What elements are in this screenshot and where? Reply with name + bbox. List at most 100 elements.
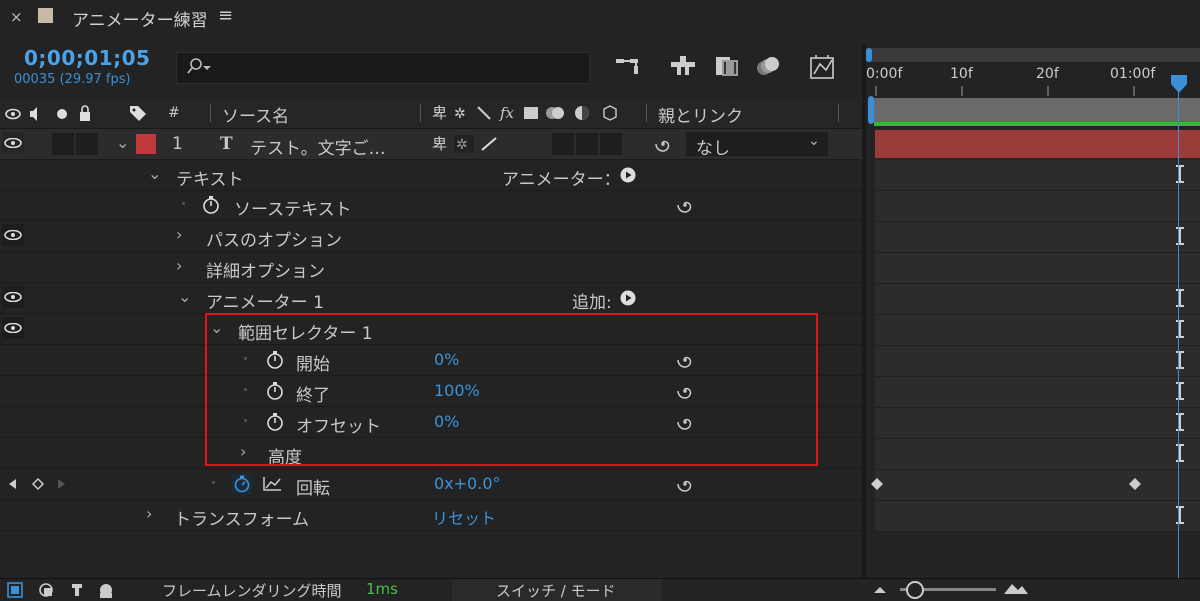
- property-row-more-options[interactable]: › 詳細オプション: [0, 252, 864, 283]
- parent-link-header: 親とリンク: [658, 107, 743, 127]
- property-row-animator-1[interactable]: ⌄ アニメーター 1 追加:: [0, 283, 864, 314]
- time-navigator[interactable]: [866, 48, 1200, 62]
- zoom-out-mountain-icon[interactable]: [872, 583, 888, 595]
- property-row-path-options[interactable]: › パスのオプション: [0, 221, 864, 252]
- highlight-box: [205, 313, 818, 466]
- switch-box[interactable]: [600, 133, 622, 155]
- layer-label-color[interactable]: [136, 134, 156, 154]
- source-text-label: ソーステキスト: [234, 200, 352, 220]
- parent-dropdown[interactable]: なし ⌄: [686, 132, 828, 159]
- track-row: [875, 377, 1200, 408]
- layer-name[interactable]: テスト。文字ご…: [250, 134, 386, 159]
- chevron-down-icon[interactable]: ⌄: [148, 164, 161, 183]
- visibility-eye-icon[interactable]: [2, 317, 24, 339]
- source-name-header[interactable]: ソース名: [222, 102, 289, 127]
- layer-column-header: # ソース名 卑 ✲ fx 親とリンク: [0, 98, 864, 129]
- motion-blur-icon[interactable]: [754, 54, 784, 78]
- layer-number-header: #: [168, 105, 180, 121]
- zoom-slider-thumb[interactable]: [906, 581, 924, 599]
- av-features-icons: [4, 105, 104, 123]
- layer-expand-chevron[interactable]: ⌄: [116, 133, 129, 152]
- composition-tab-title[interactable]: アニメーター練習: [72, 6, 208, 31]
- property-row-text[interactable]: ⌄ テキスト アニメーター：: [0, 160, 864, 191]
- svg-text:卑: 卑: [432, 104, 447, 122]
- chevron-down-icon[interactable]: ⌄: [178, 287, 191, 306]
- track-row: [875, 191, 1200, 222]
- path-options-label: パスのオプション: [206, 231, 342, 251]
- status-bar: フレームレンダリング時間 1ms スイッチ / モード: [0, 578, 1200, 601]
- svg-text:fx: fx: [499, 104, 515, 122]
- zoom-in-mountain-icon[interactable]: [1002, 580, 1030, 596]
- track-row: [875, 501, 1200, 532]
- switch-box[interactable]: [552, 133, 574, 155]
- search-input[interactable]: [176, 52, 590, 84]
- track-row: [875, 439, 1200, 470]
- track-row: [875, 160, 1200, 191]
- switches-icons: 卑 ✲ fx: [432, 104, 624, 122]
- track-row: [875, 346, 1200, 377]
- layer-number: 1: [172, 134, 183, 154]
- work-area-bar[interactable]: [870, 98, 1200, 122]
- empty-layer-area: [0, 531, 864, 577]
- flowchart-icon[interactable]: [614, 54, 644, 78]
- svg-text:卑: 卑: [432, 135, 447, 153]
- chevron-right-icon[interactable]: ›: [176, 225, 182, 244]
- text-layer-icon: T: [220, 134, 233, 154]
- add-menu-play-icon[interactable]: [620, 290, 636, 306]
- animator-menu-play-icon[interactable]: [620, 167, 636, 183]
- switch-mode-toggle[interactable]: スイッチ / モード: [452, 579, 662, 601]
- stopwatch-icon[interactable]: [202, 195, 220, 215]
- pick-whip-icon[interactable]: [676, 196, 694, 214]
- layer-switches[interactable]: 卑 ✲: [432, 135, 502, 153]
- transform-label: トランスフォーム: [174, 510, 310, 530]
- rotation-label: 回転: [296, 479, 330, 499]
- layer-row[interactable]: ⌄ 1 T テスト。文字ご… 卑 ✲ なし ⌄: [0, 129, 864, 160]
- transform-reset-link[interactable]: リセット: [432, 505, 496, 529]
- search-icon: [187, 57, 213, 77]
- timeline-panel[interactable]: 0:00f 10f 20f 01:00f: [866, 44, 1200, 578]
- chevron-right-icon[interactable]: ›: [176, 256, 182, 275]
- panel-menu-button[interactable]: ≡: [218, 5, 233, 26]
- visibility-eye-icon[interactable]: [2, 286, 24, 308]
- time-ruler[interactable]: 0:00f 10f 20f 01:00f: [866, 64, 1200, 96]
- layer-duration-bar[interactable]: [875, 130, 1200, 158]
- solo-switch[interactable]: [52, 133, 74, 155]
- property-end-markers: [1176, 165, 1184, 524]
- rotation-value[interactable]: 0x+0.0°: [434, 474, 501, 493]
- frame-blending-icon[interactable]: [712, 54, 742, 78]
- keyframe-diamond[interactable]: [871, 478, 883, 490]
- playhead-handle[interactable]: [1170, 74, 1188, 94]
- track-row: [875, 408, 1200, 439]
- video-visibility-toggle[interactable]: [2, 132, 24, 154]
- visibility-eye-icon[interactable]: [2, 224, 24, 246]
- keyframe-navigator[interactable]: [6, 477, 72, 491]
- close-tab-button[interactable]: ×: [10, 8, 23, 26]
- graph-icon[interactable]: [262, 476, 282, 492]
- chevron-right-icon[interactable]: ›: [146, 504, 152, 523]
- tick-label: 01:00f: [1110, 66, 1156, 82]
- current-time-display[interactable]: 0;00;01;05: [24, 46, 150, 70]
- svg-text:✲: ✲: [456, 137, 468, 153]
- switch-box[interactable]: [576, 133, 598, 155]
- graph-editor-icon[interactable]: [808, 54, 838, 80]
- stopwatch-active-icon[interactable]: [232, 474, 252, 494]
- animator-menu-label[interactable]: アニメーター：: [502, 165, 621, 190]
- add-menu-label[interactable]: 追加:: [572, 288, 612, 313]
- property-row-transform[interactable]: › トランスフォーム リセット: [0, 500, 864, 531]
- animator-1-label: アニメーター 1: [206, 293, 324, 313]
- track-row: [875, 315, 1200, 346]
- keyframe-diamond[interactable]: [1129, 478, 1141, 490]
- lock-switch[interactable]: [76, 133, 98, 155]
- navigator-start-handle[interactable]: [866, 48, 872, 62]
- property-row-source-text[interactable]: ソーステキスト: [0, 190, 864, 221]
- pick-whip-icon[interactable]: [654, 135, 672, 153]
- property-row-rotation[interactable]: 回転 0x+0.0°: [0, 469, 864, 500]
- bottom-toolbar-icons[interactable]: [6, 581, 126, 599]
- shy-layers-icon[interactable]: [668, 54, 698, 78]
- tick-label: 10f: [950, 66, 973, 82]
- pick-whip-icon[interactable]: [676, 475, 694, 493]
- more-options-label: 詳細オプション: [206, 262, 325, 282]
- frame-rate-info: 00035 (29.97 fps): [14, 72, 131, 87]
- work-area-start-handle[interactable]: [868, 96, 874, 124]
- composition-color-swatch: [38, 8, 53, 23]
